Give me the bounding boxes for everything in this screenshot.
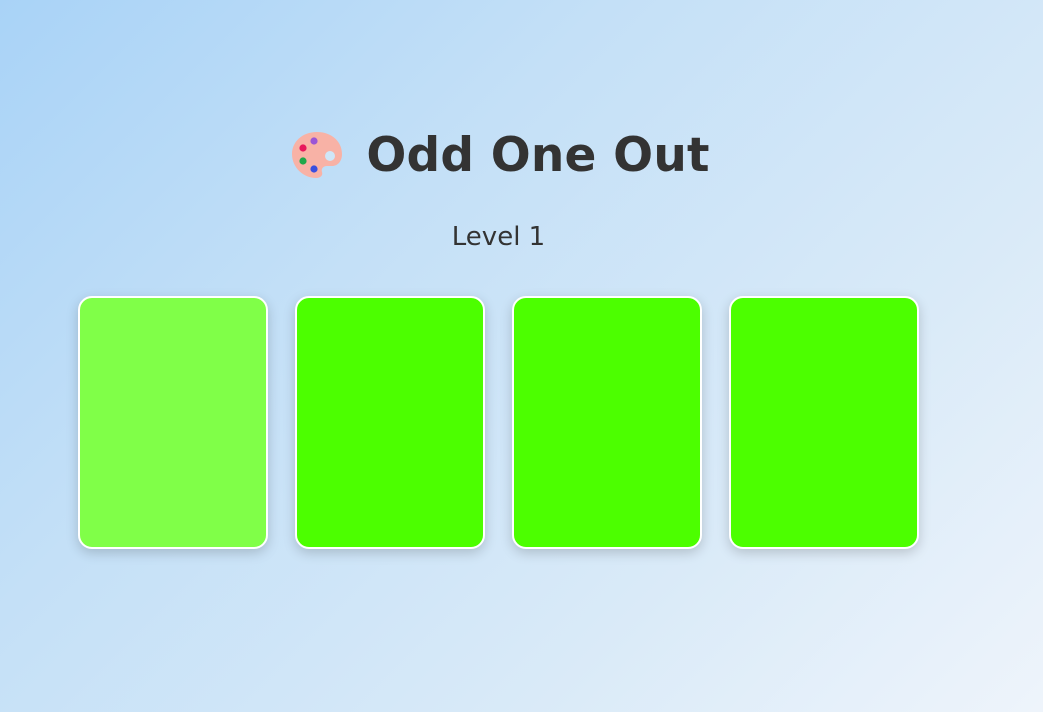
game-header: Odd One Out — [0, 128, 1000, 182]
color-card-1[interactable] — [78, 296, 268, 549]
level-label: Level 1 — [451, 222, 546, 252]
color-card-4[interactable] — [729, 296, 919, 549]
game-title: Odd One Out — [366, 127, 710, 183]
color-card-3[interactable] — [512, 296, 702, 549]
palette-icon — [292, 132, 343, 178]
color-card-2[interactable] — [295, 296, 485, 549]
card-grid — [78, 296, 919, 549]
